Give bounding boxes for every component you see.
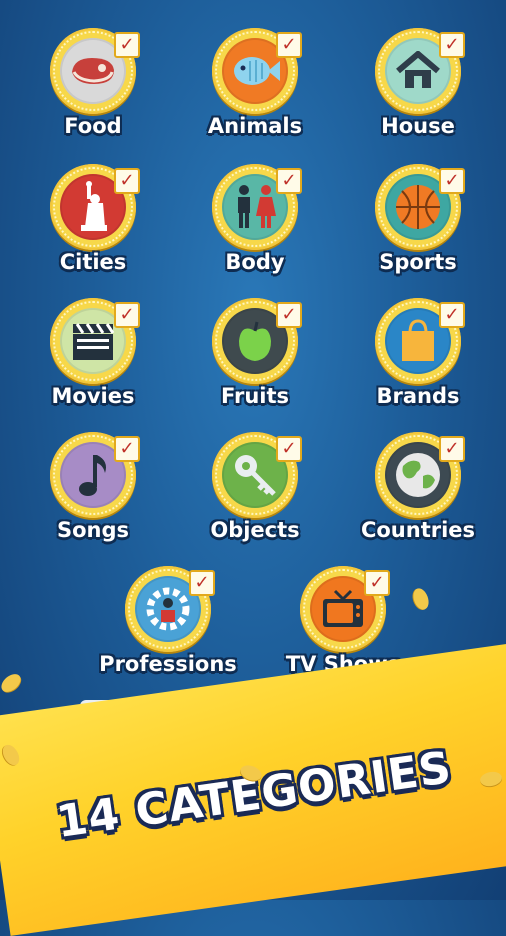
category-label: House xyxy=(381,114,455,138)
completed-check-icon: ✓ xyxy=(276,32,302,58)
category-label: Songs xyxy=(56,518,130,542)
category-label: Animals xyxy=(207,114,303,138)
completed-check-icon: ✓ xyxy=(439,168,465,194)
category-fruits[interactable]: ✓ Fruits xyxy=(180,298,330,428)
category-label: Food xyxy=(64,114,122,138)
category-label: Cities xyxy=(59,250,127,274)
category-label: Objects xyxy=(210,518,300,542)
category-cities[interactable]: ✓ Cities xyxy=(18,164,168,294)
completed-check-icon: ✓ xyxy=(276,302,302,328)
completed-check-icon: ✓ xyxy=(439,302,465,328)
category-label: Professions xyxy=(99,652,237,676)
category-house[interactable]: ✓ House xyxy=(343,28,493,158)
category-label: Movies xyxy=(51,384,135,408)
completed-check-icon: ✓ xyxy=(189,570,215,596)
completed-check-icon: ✓ xyxy=(276,436,302,462)
category-objects[interactable]: ✓ Objects xyxy=(180,432,330,562)
category-label: Countries xyxy=(360,518,476,542)
category-label: Fruits xyxy=(220,384,290,408)
category-countries[interactable]: ✓ Countries xyxy=(343,432,493,562)
category-food[interactable]: ✓ Food xyxy=(18,28,168,158)
category-body[interactable]: ✓ Body xyxy=(180,164,330,294)
category-movies[interactable]: ✓ Movies xyxy=(18,298,168,428)
completed-check-icon: ✓ xyxy=(114,168,140,194)
completed-check-icon: ✓ xyxy=(114,302,140,328)
category-animals[interactable]: ✓ Animals xyxy=(180,28,330,158)
completed-check-icon: ✓ xyxy=(364,570,390,596)
category-label: Body xyxy=(225,250,285,274)
category-label: Sports xyxy=(379,250,457,274)
completed-check-icon: ✓ xyxy=(439,32,465,58)
completed-check-icon: ✓ xyxy=(114,436,140,462)
category-brands[interactable]: ✓ Brands xyxy=(343,298,493,428)
category-grid: ✓ Food ✓ Animals ✓ House ✓ Cities ✓ Body… xyxy=(0,0,506,700)
category-professions[interactable]: ✓ Professions xyxy=(93,566,243,696)
completed-check-icon: ✓ xyxy=(276,168,302,194)
category-label: Brands xyxy=(376,384,460,408)
category-songs[interactable]: ✓ Songs xyxy=(18,432,168,562)
completed-check-icon: ✓ xyxy=(439,436,465,462)
completed-check-icon: ✓ xyxy=(114,32,140,58)
category-sports[interactable]: ✓ Sports xyxy=(343,164,493,294)
